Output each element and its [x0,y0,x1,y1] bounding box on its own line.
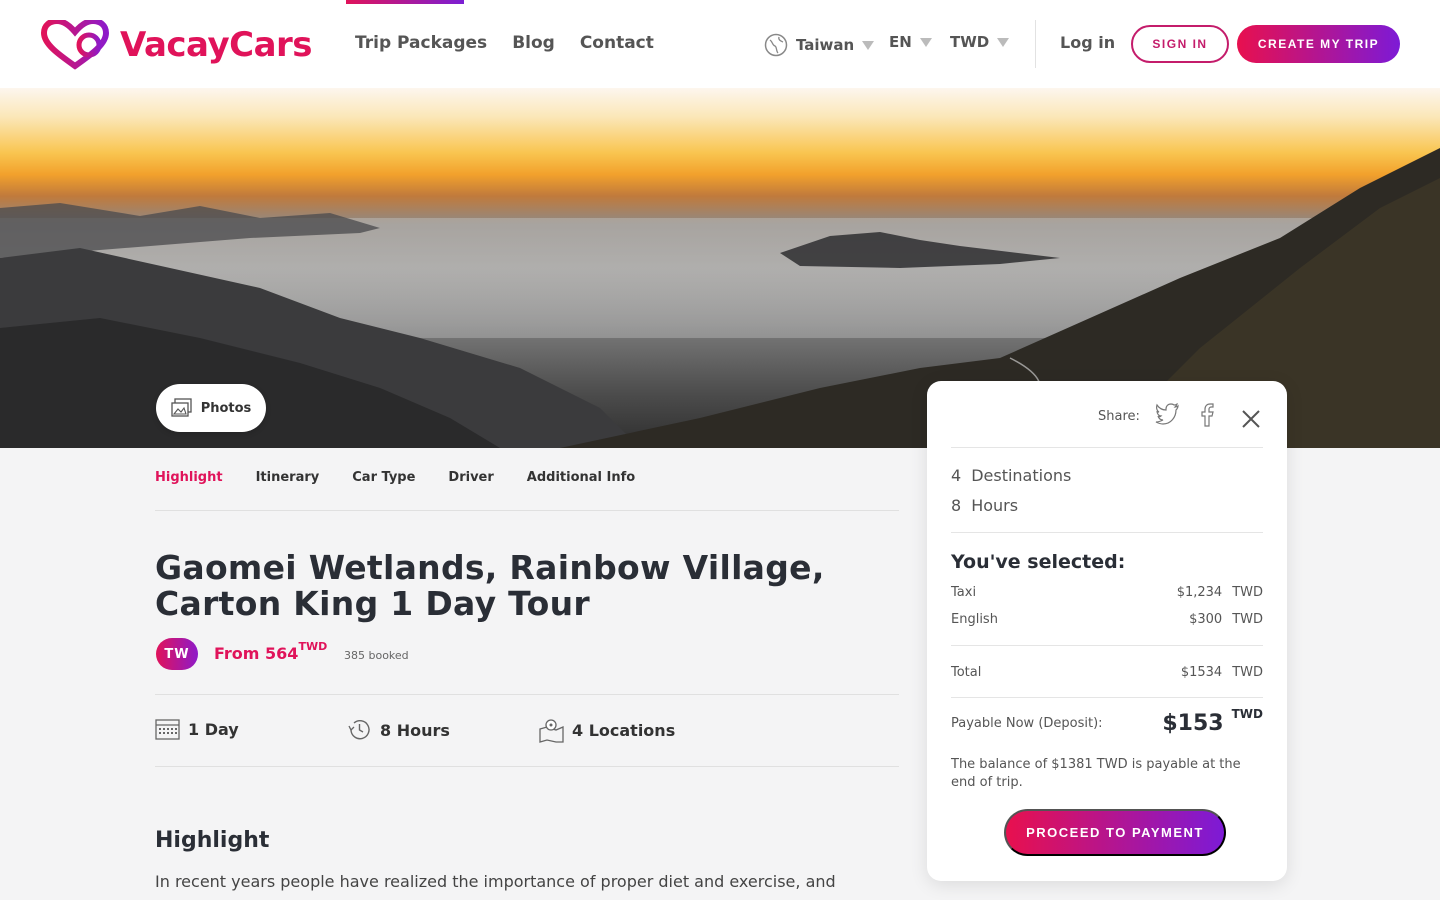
chevron-down-icon [919,37,932,47]
price-from-value: From 564 [214,644,299,663]
country-value: Taiwan [796,36,855,54]
share-label: Share: [1098,409,1140,424]
total-row: Total $1534 TWD [951,665,1263,680]
globe-icon [764,33,788,57]
price-currency: TWD [298,640,328,653]
close-icon[interactable] [1242,410,1260,428]
currency-value: TWD [950,33,990,51]
line-item-currency: TWD [1232,585,1263,600]
site-header: VacayCars Trip Packages Blog Contact Tai… [0,0,1440,88]
active-nav-indicator [346,0,464,4]
tab-additional-info[interactable]: Additional Info [527,470,635,485]
line-item-label: Taxi [951,585,977,600]
header-divider [1035,20,1036,68]
twitter-icon[interactable] [1155,403,1179,425]
total-currency: TWD [1232,665,1263,680]
line-item: Taxi $1,234 TWD [951,585,1263,600]
divider [951,645,1263,646]
chevron-down-icon [862,40,875,50]
stat-duration-days: 1 Day [155,718,239,740]
section-tabs: Highlight Itinerary Car Type Driver Addi… [155,470,635,485]
stat-hours-value: 8 Hours [380,720,450,740]
price-from: From 564TWD [214,640,327,663]
chevron-down-icon [997,37,1010,47]
tab-car-type[interactable]: Car Type [352,470,415,485]
destinations-label: Destinations [971,466,1072,485]
divider [155,510,899,511]
line-item-currency: TWD [1232,612,1263,627]
logo[interactable]: VacayCars [40,20,313,70]
divider [951,532,1263,533]
payable-amount-value: $153 [1162,711,1224,736]
tab-driver[interactable]: Driver [448,470,493,485]
divider [155,766,899,767]
language-selector[interactable]: EN [889,33,932,51]
country-selector[interactable]: Taiwan [764,33,875,57]
brand-name: VacayCars [120,25,313,65]
destinations-num: 4 [951,466,962,485]
divider [951,697,1263,698]
line-item-amount: $300 [1189,612,1223,627]
balance-note: The balance of $1381 TWD is payable at t… [951,757,1241,790]
stat-locations-value: 4 Locations [572,721,676,740]
create-trip-button[interactable]: CREATE MY TRIP [1237,25,1400,63]
country-badge: TW [156,638,198,670]
tab-highlight[interactable]: Highlight [155,470,223,485]
nav-contact[interactable]: Contact [580,33,654,53]
main-nav: Trip Packages Blog Contact [355,33,654,53]
proceed-to-payment-button[interactable]: PROCEED TO PAYMENT [1004,809,1226,856]
clock-icon [348,720,370,740]
line-item: English $300 TWD [951,612,1263,627]
currency-selector[interactable]: TWD [950,33,1010,51]
line-item-amount: $1,234 [1176,585,1223,600]
payable-currency: TWD [1231,707,1263,721]
tour-title: Gaomei Wetlands, Rainbow Village, Carton… [155,548,825,623]
language-value: EN [889,33,912,51]
photos-label: Photos [200,400,252,416]
photos-button[interactable]: Photos [156,384,266,432]
selected-heading: You've selected: [951,551,1126,573]
total-label: Total [951,665,982,680]
divider [951,447,1263,448]
facebook-icon[interactable] [1199,403,1215,427]
stat-locations: 4 Locations [539,718,675,743]
hours-num: 8 [951,496,962,515]
payable-label: Payable Now (Deposit): [951,716,1103,731]
map-pin-icon [539,719,564,743]
divider [155,694,899,695]
destinations-count: 4 Destinations [951,466,1071,485]
highlight-text: In recent years people have realized the… [155,872,836,891]
heart-logo-icon [40,20,110,70]
total-amount: $1534 [1180,665,1223,680]
booking-summary-card: Share: 4 Destinations 8 Hours You've selec… [927,381,1287,881]
login-link[interactable]: Log in [1060,33,1115,52]
line-item-label: English [951,612,998,627]
calendar-icon [155,719,180,740]
sign-in-button[interactable]: SIGN IN [1131,25,1229,63]
booked-count: 385 booked [344,649,409,662]
highlight-heading: Highlight [155,828,270,853]
payable-amount: $153 TWD [1162,707,1263,736]
stat-days-value: 1 Day [188,719,239,739]
hours-label: Hours [971,496,1019,515]
stat-duration-hours: 8 Hours [347,718,450,742]
tab-itinerary[interactable]: Itinerary [256,470,320,485]
gallery-icon [171,398,192,417]
hours-count: 8 Hours [951,496,1018,515]
nav-blog[interactable]: Blog [512,33,555,53]
nav-trip-packages[interactable]: Trip Packages [355,33,487,53]
